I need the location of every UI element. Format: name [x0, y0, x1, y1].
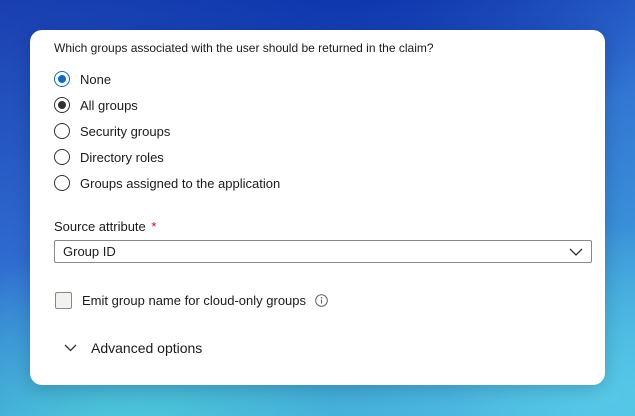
radio-button-all-groups[interactable]	[54, 97, 70, 113]
emit-group-name-label: Emit group name for cloud-only groups	[82, 293, 307, 308]
source-attribute-label: Source attribute *	[54, 219, 156, 234]
radio-button-directory-roles[interactable]	[54, 149, 70, 165]
radio-button-security-groups[interactable]	[54, 123, 70, 139]
radio-label-all-groups: All groups	[80, 97, 138, 113]
required-marker: *	[151, 219, 157, 234]
groups-claim-card: Which groups associated with the user sh…	[30, 30, 605, 385]
source-attribute-label-text: Source attribute	[54, 219, 146, 234]
group-type-radio-group: None All groups Security groups Director…	[54, 66, 280, 196]
chevron-down-icon	[569, 243, 583, 261]
radio-option-security-groups[interactable]: Security groups	[54, 118, 280, 144]
chevron-down-icon	[64, 339, 77, 357]
radio-button-groups-assigned[interactable]	[54, 175, 70, 191]
source-attribute-dropdown[interactable]: Group ID	[54, 240, 592, 263]
radio-label-none: None	[80, 71, 112, 87]
emit-group-name-checkbox[interactable]	[55, 292, 72, 309]
radio-option-directory-roles[interactable]: Directory roles	[54, 144, 280, 170]
radio-label-groups-assigned: Groups assigned to the application	[80, 175, 281, 191]
groups-question: Which groups associated with the user sh…	[54, 41, 434, 55]
advanced-options-toggle[interactable]: Advanced options	[64, 339, 202, 357]
advanced-options-label: Advanced options	[91, 340, 203, 356]
source-attribute-value: Group ID	[63, 244, 116, 259]
radio-label-directory-roles: Directory roles	[80, 149, 164, 165]
emit-group-name-option: Emit group name for cloud-only groups	[55, 292, 328, 309]
info-icon[interactable]	[315, 294, 328, 307]
radio-option-groups-assigned[interactable]: Groups assigned to the application	[54, 170, 280, 196]
radio-button-none[interactable]	[54, 71, 70, 87]
radio-option-none[interactable]: None	[54, 66, 280, 92]
radio-label-security-groups: Security groups	[80, 123, 171, 139]
radio-option-all-groups[interactable]: All groups	[54, 92, 280, 118]
